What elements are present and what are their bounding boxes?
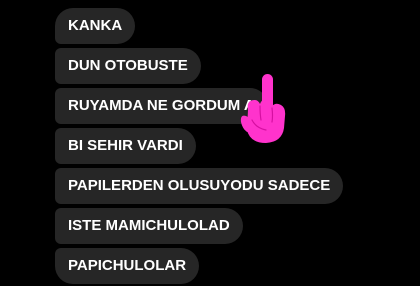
- message-bubble[interactable]: DUN OTOBUSTE: [55, 48, 201, 84]
- message-bubble[interactable]: PAPICHULOLAR: [55, 248, 200, 284]
- message-text: KANKA: [68, 17, 123, 34]
- message-text: RUYAMDA NE GORDUM A: [68, 97, 255, 114]
- message-bubble[interactable]: RUYAMDA NE GORDUM A: [55, 88, 268, 124]
- pointing-up-hand-sticker-icon: [240, 74, 286, 143]
- message-text: DUN OTOBUSTE: [68, 57, 188, 74]
- message-bubble[interactable]: BI SEHIR VARDI: [55, 128, 196, 164]
- message-text: PAPICHULOLAR: [68, 257, 187, 274]
- message-text: PAPILERDEN OLUSUYODU SADECE: [68, 177, 331, 194]
- message-bubble[interactable]: PAPILERDEN OLUSUYODU SADECE: [55, 168, 344, 204]
- message-text: ISTE MAMICHULOLAD: [68, 217, 230, 234]
- message-bubble[interactable]: ISTE MAMICHULOLAD: [55, 208, 243, 244]
- message-bubble[interactable]: KANKA: [55, 8, 136, 44]
- message-thread: KANKA DUN OTOBUSTE RUYAMDA NE GORDUM A B…: [0, 0, 420, 286]
- message-text: BI SEHIR VARDI: [68, 137, 183, 154]
